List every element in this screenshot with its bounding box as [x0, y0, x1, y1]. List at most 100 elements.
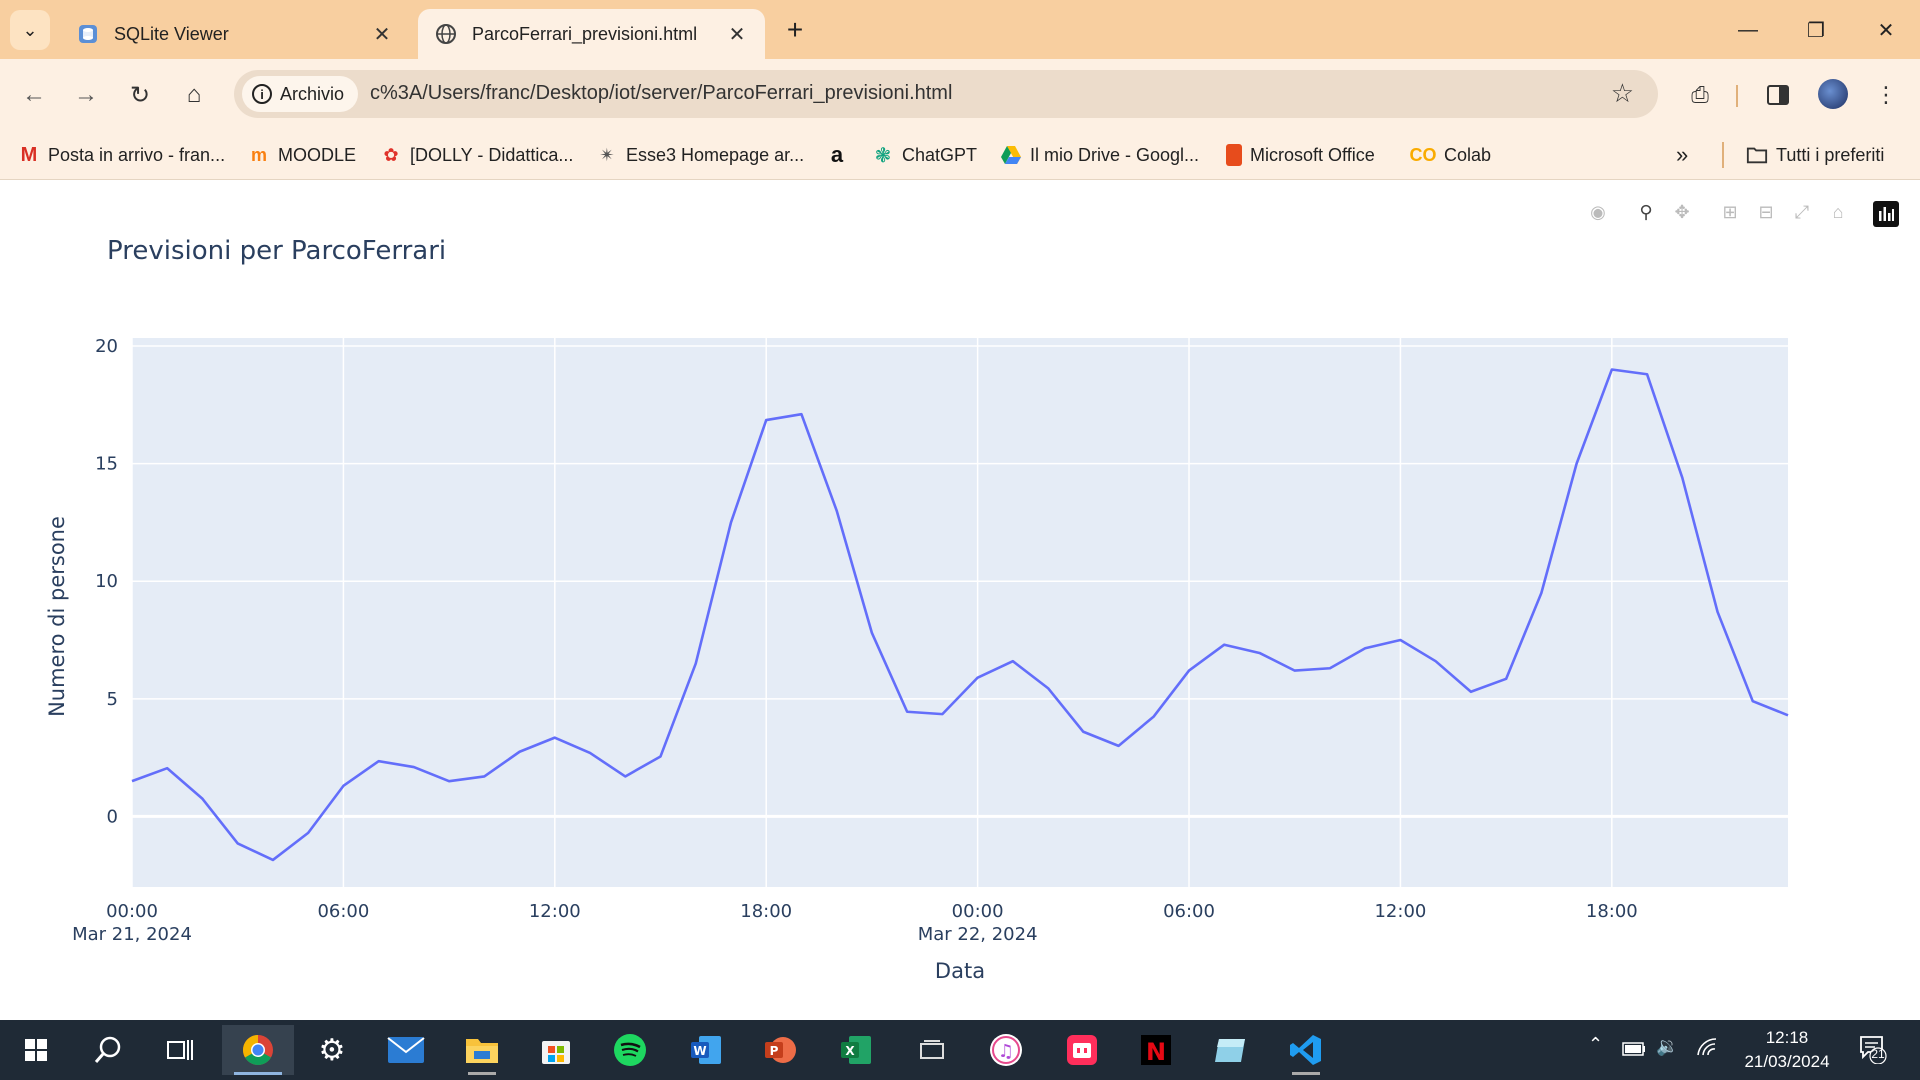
plot-area[interactable] [132, 338, 1788, 887]
data-point[interactable] [868, 629, 876, 637]
data-point[interactable] [903, 708, 911, 716]
data-point[interactable] [1115, 742, 1123, 750]
taskbar-spotify[interactable] [604, 1025, 656, 1075]
bookmark-office[interactable]: Microsoft Office [1226, 142, 1375, 168]
address-bar[interactable]: i Archivio c%3A/Users/franc/Desktop/iot/… [234, 70, 1658, 118]
data-point[interactable] [1643, 370, 1651, 378]
forecast-chart[interactable]: Previsioni per ParcoFerrari 0 5 10 15 20 00:… [0, 180, 1920, 1020]
data-point[interactable] [1009, 657, 1017, 665]
notification-center-button[interactable]: 21 [1858, 1034, 1888, 1069]
data-point[interactable] [516, 748, 524, 756]
data-point[interactable] [1220, 641, 1228, 649]
new-tab-button[interactable]: + [778, 13, 812, 47]
data-point[interactable] [797, 410, 805, 418]
bookmark-drive[interactable]: Il mio Drive - Googl... [1000, 142, 1199, 168]
data-point[interactable] [1502, 675, 1510, 683]
bookmark-moodle[interactable]: m MOODLE [248, 142, 356, 168]
volume-icon[interactable]: 🔉 [1656, 1036, 1678, 1057]
taskbar-store[interactable] [530, 1025, 582, 1075]
battery-icon[interactable] [1622, 1040, 1646, 1061]
menu-button[interactable]: ⋮ [1868, 77, 1904, 113]
data-point[interactable] [657, 752, 665, 760]
tab-parcoferrari[interactable]: ParcoFerrari_previsioni.html ✕ [418, 9, 765, 59]
data-point[interactable] [727, 518, 735, 526]
data-point[interactable] [1784, 711, 1792, 719]
back-button[interactable]: ← [14, 75, 54, 115]
taskbar-vscode[interactable] [1280, 1025, 1332, 1075]
data-point[interactable] [234, 839, 242, 847]
data-point[interactable] [163, 764, 171, 772]
url-text[interactable]: c%3A/Users/franc/Desktop/iot/server/Parc… [370, 82, 952, 105]
minimize-button[interactable]: — [1718, 12, 1778, 48]
data-point[interactable] [1185, 667, 1193, 675]
data-point[interactable] [445, 777, 453, 785]
reload-button[interactable]: ↻ [120, 75, 160, 115]
data-point[interactable] [586, 749, 594, 757]
data-point[interactable] [1326, 664, 1334, 672]
data-point[interactable] [1291, 667, 1299, 675]
taskbar-itunes[interactable]: ♫ [980, 1025, 1032, 1075]
bookmark-chatgpt[interactable]: ❃ ChatGPT [872, 142, 977, 168]
bookmark-amazon[interactable]: a [826, 142, 856, 168]
close-icon[interactable]: ✕ [370, 22, 394, 47]
all-bookmarks-folder[interactable]: Tutti i preferiti [1746, 142, 1884, 168]
wifi-icon[interactable] [1696, 1037, 1718, 1062]
bookmark-dolly[interactable]: ✿ [DOLLY - Didattica... [380, 142, 573, 168]
data-point[interactable] [1150, 712, 1158, 720]
restore-button[interactable]: ❐ [1786, 12, 1846, 48]
data-point[interactable] [938, 710, 946, 718]
data-point[interactable] [1573, 460, 1581, 468]
side-panel-button[interactable] [1760, 77, 1796, 113]
tab-search-button[interactable]: ⌄ [10, 10, 50, 50]
data-point[interactable] [304, 829, 312, 837]
data-point[interactable] [375, 757, 383, 765]
data-point[interactable] [198, 795, 206, 803]
task-view-button[interactable] [154, 1025, 206, 1075]
data-point[interactable] [1432, 657, 1440, 665]
data-point[interactable] [128, 777, 136, 785]
bookmark-colab[interactable]: CO Colab [1410, 142, 1492, 168]
data-point[interactable] [480, 772, 488, 780]
taskbar-word[interactable]: W [680, 1025, 732, 1075]
data-point[interactable] [833, 507, 841, 515]
taskbar-mail[interactable] [380, 1025, 432, 1075]
data-point[interactable] [551, 734, 559, 742]
bookmark-star-icon[interactable]: ☆ [1611, 78, 1634, 109]
data-point[interactable] [269, 856, 277, 864]
close-window-button[interactable]: ✕ [1856, 12, 1916, 48]
taskbar-virtual-desktop[interactable] [906, 1025, 958, 1075]
data-point[interactable] [1714, 608, 1722, 616]
start-button[interactable] [10, 1025, 62, 1075]
search-button[interactable] [82, 1025, 134, 1075]
data-point[interactable] [1079, 728, 1087, 736]
data-point[interactable] [1678, 474, 1686, 482]
taskbar-chrome[interactable] [222, 1025, 294, 1075]
data-point[interactable] [1255, 649, 1263, 657]
taskbar-calendar-app[interactable] [1056, 1025, 1108, 1075]
taskbar-excel[interactable]: X [830, 1025, 882, 1075]
data-point[interactable] [621, 772, 629, 780]
data-point[interactable] [974, 674, 982, 682]
tray-overflow-icon[interactable]: ⌃ [1588, 1034, 1603, 1055]
taskbar-notes[interactable] [1204, 1025, 1256, 1075]
data-point[interactable] [1361, 644, 1369, 652]
taskbar-powerpoint[interactable]: P [754, 1025, 806, 1075]
forward-button[interactable]: → [66, 75, 106, 115]
profile-avatar[interactable] [1818, 79, 1848, 109]
system-clock[interactable]: 12:18 21/03/2024 [1732, 1026, 1842, 1074]
data-point[interactable] [1396, 636, 1404, 644]
more-bookmarks-button[interactable]: » [1676, 142, 1688, 168]
data-point[interactable] [1044, 684, 1052, 692]
data-point[interactable] [762, 416, 770, 424]
site-info-chip[interactable]: i Archivio [242, 76, 359, 112]
home-button[interactable]: ⌂ [174, 75, 214, 115]
data-point[interactable] [1608, 366, 1616, 374]
bookmark-gmail[interactable]: M Posta in arrivo - fran... [18, 142, 225, 168]
extensions-button[interactable]: ⎙ [1682, 77, 1718, 113]
data-point[interactable] [339, 782, 347, 790]
taskbar-file-explorer[interactable] [456, 1025, 508, 1075]
data-point[interactable] [410, 763, 418, 771]
close-icon[interactable]: ✕ [725, 22, 749, 47]
data-point[interactable] [1749, 697, 1757, 705]
data-point[interactable] [1467, 688, 1475, 696]
